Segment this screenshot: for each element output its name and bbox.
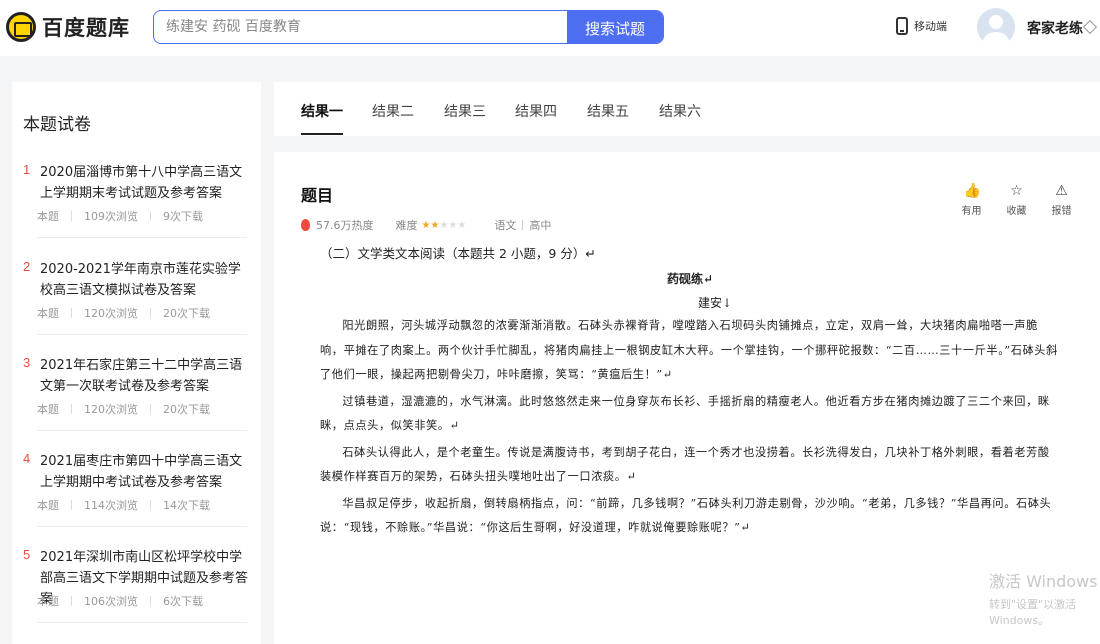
divider: [37, 430, 247, 431]
paper-meta: 本题 114次浏览 14次下载: [37, 497, 210, 513]
useful-button[interactable]: 👍 有用: [949, 182, 994, 217]
paper-index: 1: [23, 162, 31, 177]
paper-views: 120次浏览: [84, 403, 138, 416]
paper-views: 114次浏览: [84, 499, 138, 512]
paper-index: 3: [23, 355, 31, 370]
paper-tag: 本题: [37, 595, 59, 608]
paper-item[interactable]: 3 2021年石家庄第三十二中学高三语文第一次联考试卷及参考答案 本题 120次…: [12, 355, 261, 449]
paper-downloads: 20次下载: [163, 307, 210, 320]
story-title: 药砚练↵: [666, 272, 714, 286]
heat-count: 57.6万热度: [316, 219, 374, 232]
paper-title[interactable]: 2021年石家庄第三十二中学高三语文第一次联考试卷及参考答案: [40, 355, 250, 397]
username[interactable]: 客家老练: [1027, 18, 1083, 38]
star-empty-icon: ★: [457, 219, 467, 231]
paper-tag: 本题: [37, 499, 59, 512]
tab-result-3[interactable]: 结果三: [444, 101, 486, 121]
passage-paragraph: 华昌叔足停步，收起折扇，倒转扇柄指点，问：“前蹄，几多钱啊？”石砵头利刀游走剔骨…: [320, 496, 1052, 535]
paper-index: 5: [23, 547, 31, 562]
useful-label: 有用: [961, 206, 982, 217]
reading-passage: （二）文学类文本阅读（本题共 2 小题，9 分）↵ 药砚练↵ 建安↓ 阳光朗照，…: [320, 244, 1060, 541]
tab-result-1[interactable]: 结果一: [301, 101, 343, 121]
paper-views: 109次浏览: [84, 210, 138, 223]
question-card: 题目 57.6万热度 难度 ★★★★★ 语文 高中 👍 有用 ☆ 收藏 ⚠ 报错…: [274, 152, 1100, 644]
subject: 语文: [494, 219, 517, 232]
paper-tag: 本题: [37, 307, 59, 320]
paper-item[interactable]: 1 2020届淄博市第十八中学高三语文上学期期末考试试题及参考答案 本题 109…: [12, 162, 261, 256]
logo-icon: [6, 12, 36, 42]
avatar[interactable]: [977, 8, 1015, 46]
report-label: 报错: [1051, 206, 1072, 217]
paper-title[interactable]: 2021届枣庄市第四十中学高三语文上学期期中考试试卷及参考答案: [40, 451, 250, 493]
passage-paragraph: 阳光朗照，河头城浮动飘忽的浓雾渐渐消散。石砵头赤裸脊背，嘡嘡踏入石坝码头肉铺摊点…: [320, 319, 1058, 381]
diamond-icon[interactable]: [1082, 19, 1098, 35]
paper-downloads: 14次下载: [163, 499, 210, 512]
search-input[interactable]: [154, 11, 567, 43]
paper-tag: 本题: [37, 210, 59, 223]
question-actions: 👍 有用 ☆ 收藏 ⚠ 报错: [949, 182, 1084, 217]
sidebar-title: 本题试卷: [23, 115, 91, 135]
logo-text: 百度题库: [42, 16, 130, 40]
divider: [37, 526, 247, 527]
paper-item[interactable]: 2 2020-2021学年南京市莲花实验学校高三语文模拟试卷及答案 本题 120…: [12, 259, 261, 353]
tab-result-5[interactable]: 结果五: [587, 101, 629, 121]
paper-meta: 本题 109次浏览 9次下载: [37, 208, 203, 224]
paper-item[interactable]: 5 2021年深圳市南山区松坪学校中学部高三语文下学期期中试题及参考答案 本题 …: [12, 547, 261, 641]
result-tabs: 结果一 结果二 结果三 结果四 结果五 结果六: [274, 82, 1100, 136]
difficulty-stars: ★★★★★: [422, 220, 467, 231]
favorite-button[interactable]: ☆ 收藏: [994, 182, 1039, 217]
paper-views: 120次浏览: [84, 307, 138, 320]
phone-icon: [896, 17, 908, 35]
paper-meta: 本题 120次浏览 20次下载: [37, 305, 210, 321]
paper-meta: 本题 120次浏览 20次下载: [37, 401, 210, 417]
search-bar: 搜索试题: [153, 10, 664, 44]
tab-result-2[interactable]: 结果二: [372, 101, 414, 121]
active-tab-indicator: [301, 133, 343, 135]
report-button[interactable]: ⚠ 报错: [1039, 182, 1084, 217]
divider: [37, 622, 247, 623]
difficulty-label: 难度: [395, 219, 418, 232]
star-icon: ☆: [1010, 182, 1023, 198]
paper-tag: 本题: [37, 403, 59, 416]
top-header: 百度题库 搜索试题 移动端 客家老练: [0, 0, 1100, 56]
paper-downloads: 20次下载: [163, 403, 210, 416]
story-author: 建安↓: [697, 296, 733, 310]
level: 高中: [529, 219, 552, 232]
question-title: 题目: [301, 186, 334, 205]
thumbs-up-icon: 👍: [963, 182, 981, 198]
mobile-label: 移动端: [914, 20, 947, 33]
baidu-tiku-logo[interactable]: 百度题库: [6, 10, 130, 44]
paper-downloads: 9次下载: [163, 210, 203, 223]
tab-result-4[interactable]: 结果四: [515, 101, 557, 121]
tab-result-6[interactable]: 结果六: [659, 101, 701, 121]
section-heading: （二）文学类文本阅读（本题共 2 小题，9 分）↵: [320, 246, 596, 261]
divider: [37, 334, 247, 335]
paper-index: 4: [23, 451, 31, 466]
paper-index: 2: [23, 259, 31, 274]
paper-downloads: 6次下载: [163, 595, 203, 608]
favorite-label: 收藏: [1006, 206, 1027, 217]
mobile-link[interactable]: 移动端: [896, 17, 947, 35]
paper-title[interactable]: 2020-2021学年南京市莲花实验学校高三语文模拟试卷及答案: [40, 259, 250, 301]
divider: [37, 237, 247, 238]
passage-paragraph: 石砵头认得此人，是个老童生。传说是满腹诗书，考到胡子花白，连一个秀才也没捞着。长…: [320, 445, 1050, 484]
paper-views: 106次浏览: [84, 595, 138, 608]
paper-item[interactable]: 4 2021届枣庄市第四十中学高三语文上学期期中考试试卷及参考答案 本题 114…: [12, 451, 261, 545]
passage-paragraph: 过镇巷道，湿漉漉的，水气淋漓。此时悠悠然走来一位身穿灰布长衫、手摇折扇的精瘦老人…: [320, 394, 1050, 433]
paper-meta: 本题 106次浏览 6次下载: [37, 593, 203, 609]
paper-title[interactable]: 2020届淄博市第十八中学高三语文上学期期末考试试题及参考答案: [40, 162, 250, 204]
search-button[interactable]: 搜索试题: [567, 11, 663, 43]
paper-sidebar: 本题试卷 1 2020届淄博市第十八中学高三语文上学期期末考试试题及参考答案 本…: [12, 82, 261, 644]
question-meta: 57.6万热度 难度 ★★★★★ 语文 高中: [301, 217, 551, 233]
fire-icon: [301, 219, 310, 231]
report-icon: ⚠: [1055, 182, 1068, 198]
